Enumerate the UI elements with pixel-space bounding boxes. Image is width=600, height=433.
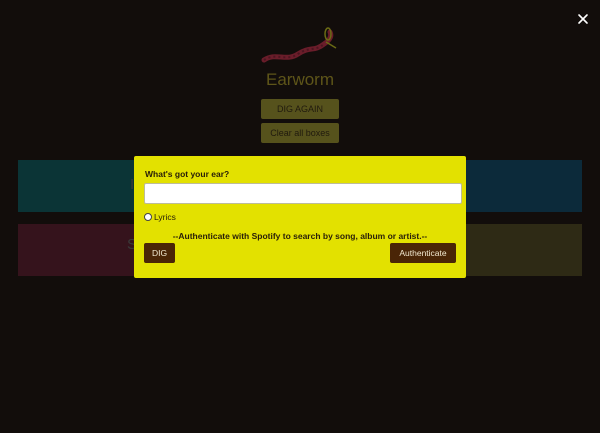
result-box-olive [466,224,582,276]
dig-button[interactable]: DIG [144,243,175,263]
result-box-blue [466,160,582,212]
app-title: Earworm [265,70,334,89]
search-prompt-label: What's got your ear? [145,169,230,179]
clear-all-boxes-button[interactable]: Clear all boxes [261,123,339,143]
worm-logo-icon [261,27,337,63]
lyrics-label: Lyrics [154,212,176,222]
close-icon[interactable] [576,12,590,26]
auth-note: --Authenticate with Spotify to search by… [172,231,428,241]
search-modal: What's got your ear? Lyrics --Authentica… [134,156,466,278]
authenticate-button[interactable]: Authenticate [390,243,456,263]
lyrics-radio[interactable] [144,213,152,221]
search-input[interactable] [144,183,462,204]
result-box-red [18,224,136,276]
lyrics-option[interactable]: Lyrics [144,212,176,222]
dig-again-button[interactable]: DIG AGAIN [261,99,339,119]
